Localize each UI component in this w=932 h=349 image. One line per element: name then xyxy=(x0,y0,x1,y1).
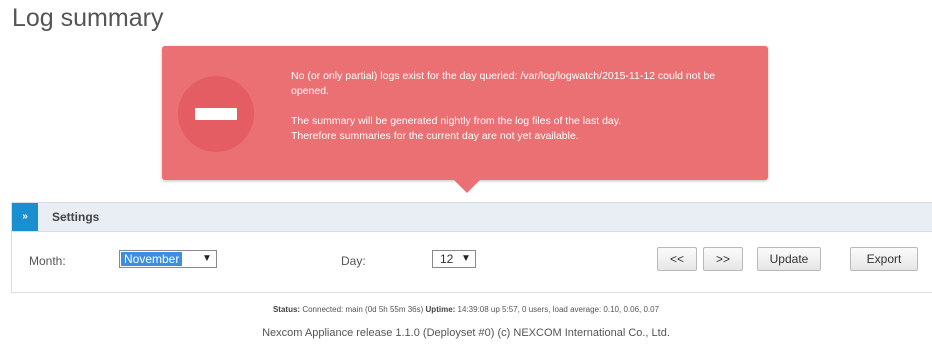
uptime-label: Uptime: xyxy=(425,305,456,314)
error-line-1: No (or only partial) logs exist for the … xyxy=(291,70,716,97)
page: Log summary No (or only partial) logs ex… xyxy=(0,0,932,349)
minus-circle-icon xyxy=(178,76,254,152)
month-select[interactable]: November ▼ xyxy=(119,250,217,268)
next-day-button[interactable]: >> xyxy=(703,247,743,271)
chevron-down-icon: ▼ xyxy=(461,253,471,264)
chevron-down-icon: ▼ xyxy=(202,253,212,264)
update-button[interactable]: Update xyxy=(757,247,821,271)
status-label: Status: xyxy=(272,305,301,314)
error-message-text: No (or only partial) logs exist for the … xyxy=(291,69,751,144)
panel-toggle-button[interactable]: » xyxy=(12,203,38,231)
day-select-value: 12 xyxy=(440,252,454,266)
settings-panel-header: » Settings xyxy=(12,203,932,232)
error-line-2: The summary will be generated nightly fr… xyxy=(291,115,622,127)
day-label: Day: xyxy=(341,254,366,268)
settings-panel: » Settings Month: November ▼ Day: 12 ▼ <… xyxy=(11,202,932,293)
page-title: Log summary xyxy=(12,4,164,32)
status-text: Connected: main (0d 5h 55m 36s) xyxy=(302,305,424,314)
footer-text: Nexcom Appliance release 1.1.0 (Deployse… xyxy=(262,327,670,339)
month-select-value: November xyxy=(121,252,183,266)
export-button[interactable]: Export xyxy=(850,247,918,271)
uptime-text: 14:39:08 up 5:57, 0 users, load average:… xyxy=(457,305,660,314)
previous-day-button[interactable]: << xyxy=(657,247,697,271)
error-message-box: No (or only partial) logs exist for the … xyxy=(162,46,768,193)
month-label: Month: xyxy=(29,254,66,268)
error-line-3: Therefore summaries for the current day … xyxy=(291,130,579,142)
status-line: Status: Connected: main (0d 5h 55m 36s) … xyxy=(0,305,932,314)
settings-title: Settings xyxy=(52,210,100,224)
day-select[interactable]: 12 ▼ xyxy=(432,250,476,268)
